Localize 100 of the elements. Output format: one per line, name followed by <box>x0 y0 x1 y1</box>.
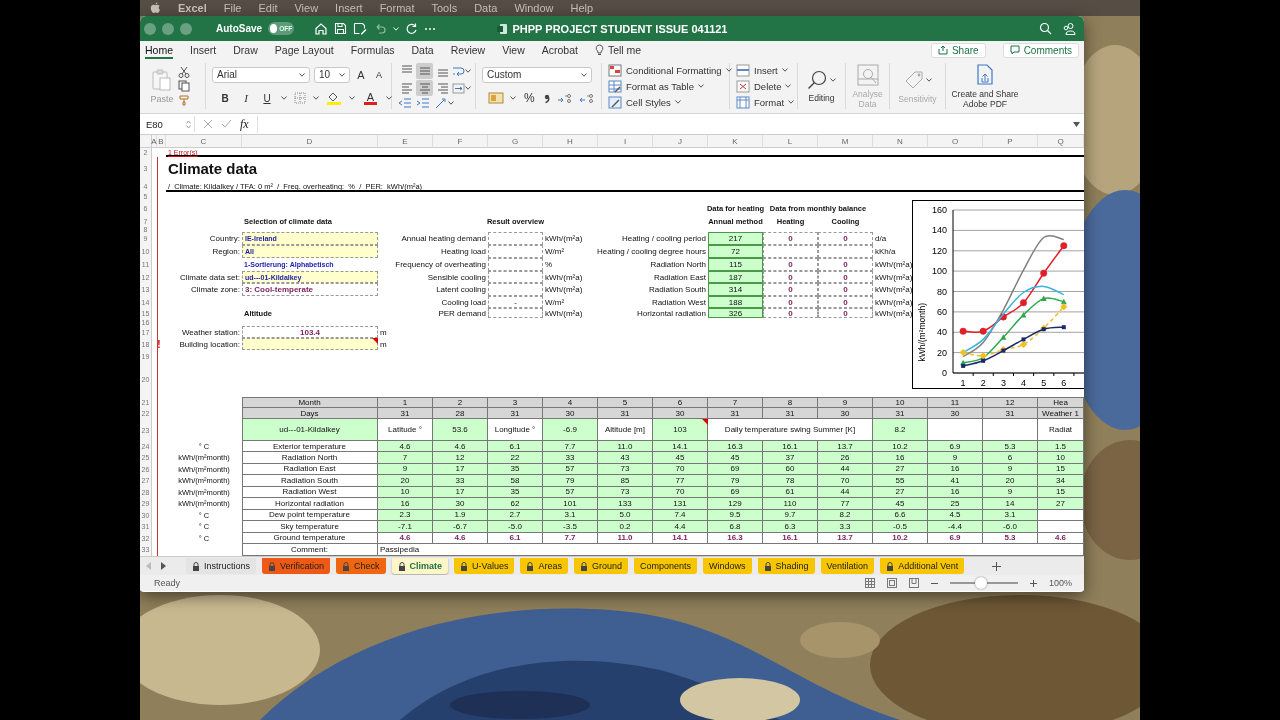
table-cell: 10.2 <box>873 441 928 452</box>
table-cell: Comment: <box>242 544 378 556</box>
result-cell: 72 <box>708 245 763 258</box>
table-cell: 6.8 <box>708 521 763 533</box>
row-label: Heating / cooling period <box>621 234 706 243</box>
table-header-cell: 30 <box>928 408 983 419</box>
table-cell: Sky temperature <box>242 521 378 533</box>
table-cell: 77 <box>818 498 873 510</box>
unit-label: kWh/(m²a) <box>545 308 583 318</box>
result-label: Cooling load <box>441 297 486 307</box>
result-cell: 0 <box>763 232 818 245</box>
table-cell: 79 <box>543 475 598 487</box>
table-cell: ud---01-Kildalkey <box>242 419 378 441</box>
unit-label: kWh/(m²a) <box>875 260 913 269</box>
sheet-title: Climate data <box>168 160 258 177</box>
field-label: Climate data set: <box>179 272 240 282</box>
result-cell: 314 <box>708 283 763 296</box>
table-cell: -6.9 <box>543 419 598 441</box>
result-label: Latent cooling <box>436 285 486 294</box>
warning-mark: ! <box>157 338 161 350</box>
axis-tick-label: 100 <box>931 266 947 277</box>
unit-label: kKh/a <box>875 247 896 256</box>
table-cell: 16.3 <box>708 441 763 452</box>
table-cell: 7 <box>378 452 433 464</box>
result-cell: 0 <box>818 232 873 245</box>
axis-tick-label: 0 <box>942 368 947 378</box>
row-label: Heating / cooling degree hours <box>597 247 706 256</box>
table-cell: 4.6 <box>378 441 433 452</box>
unit-label: kWh/(m²a) <box>545 285 583 294</box>
axis-tick-label: 4 <box>1021 378 1026 388</box>
unit-label: kWh/(m²a) <box>875 308 913 318</box>
table-cell: -0.5 <box>873 521 928 533</box>
table-cell: 9 <box>928 452 983 464</box>
table-cell: 4.4 <box>653 521 708 533</box>
table-cell: 16.1 <box>763 441 818 452</box>
unit-label: % <box>545 260 553 269</box>
table-cell: 7.7 <box>543 441 598 452</box>
result-label: PER demand <box>438 308 486 318</box>
field-label: Region: <box>212 247 240 256</box>
result-cell: 0 <box>763 308 818 318</box>
row-label: Radiation West <box>651 297 706 307</box>
result-label: Heating load <box>441 247 486 256</box>
table-header-cell: Days <box>242 408 378 419</box>
table-cell: 0.2 <box>598 521 653 533</box>
table-cell: Radiat <box>1038 419 1084 441</box>
field-label: Climate zone: <box>191 285 240 294</box>
table-cell: 25 <box>928 498 983 510</box>
result-cell: 0 <box>818 283 873 296</box>
field-label: Building location: <box>179 339 240 349</box>
table-cell: 26 <box>818 452 873 464</box>
table-header-cell: 30 <box>818 408 873 419</box>
table-cell: Passipedia <box>378 544 1084 556</box>
unit-label: kWh/(m²a) <box>875 272 913 282</box>
result-cell: 0 <box>818 296 873 308</box>
table-header-cell: 31 <box>983 408 1038 419</box>
unit-label: kWh/(m²a) <box>545 272 583 282</box>
unit-label: m <box>380 339 387 349</box>
table-cell: Altitude [m] <box>598 419 653 441</box>
table-cell: 79 <box>708 475 763 487</box>
axis-tick-label: 1 <box>960 378 966 388</box>
axis-tick-label: 80 <box>937 286 947 297</box>
unit-label: d/a <box>875 234 887 243</box>
table-cell: 16 <box>378 498 433 510</box>
result-cell: 0 <box>818 271 873 283</box>
table-header-cell: 31 <box>598 408 653 419</box>
table-cell: -4.4 <box>928 521 983 533</box>
table-cell: 33 <box>543 452 598 464</box>
unit-label: kWh/(m²a) <box>875 297 913 307</box>
result-cell: 0 <box>763 258 818 271</box>
field-label: Weather station: <box>181 327 240 337</box>
table-cell: 4.6 <box>433 441 488 452</box>
row-label: Radiation East <box>653 272 706 282</box>
axis-tick-label: 160 <box>931 205 947 215</box>
status-text: Ready <box>154 578 180 588</box>
axis-tick-label: 60 <box>937 306 947 317</box>
axis-tick-label: 40 <box>937 327 947 338</box>
table-cell: 85 <box>598 475 653 487</box>
table-cell: -5.0 <box>488 521 543 533</box>
result-cell: 115 <box>708 258 763 271</box>
field-label: Country: <box>209 234 240 243</box>
table-header-cell: Month <box>242 397 378 408</box>
table-cell: Latitude ° <box>378 419 433 441</box>
row-label: Radiation South <box>649 285 706 294</box>
table-cell: Radiation South <box>242 475 378 487</box>
row-label: Horizontal radiation <box>637 308 706 318</box>
table-cell: 131 <box>653 498 708 510</box>
result-cell: 0 <box>763 296 818 308</box>
axis-tick-label: 2 <box>980 378 986 388</box>
result-cell: 326 <box>708 308 763 318</box>
table-cell: 6.9 <box>928 441 983 452</box>
table-cell: 3.3 <box>818 521 873 533</box>
table-cell: Horizontal radiation <box>242 498 378 510</box>
autosave-label: AutoSave <box>216 23 263 34</box>
table-cell: 62 <box>488 498 543 510</box>
unit-label: W/m² <box>545 297 565 307</box>
axis-tick-label: 6 <box>1061 378 1067 388</box>
result-cell: 0 <box>763 283 818 296</box>
table-cell: 20 <box>378 475 433 487</box>
axis-title: kWh/(m²month) <box>917 303 927 362</box>
table-cell: -6.7 <box>433 521 488 533</box>
